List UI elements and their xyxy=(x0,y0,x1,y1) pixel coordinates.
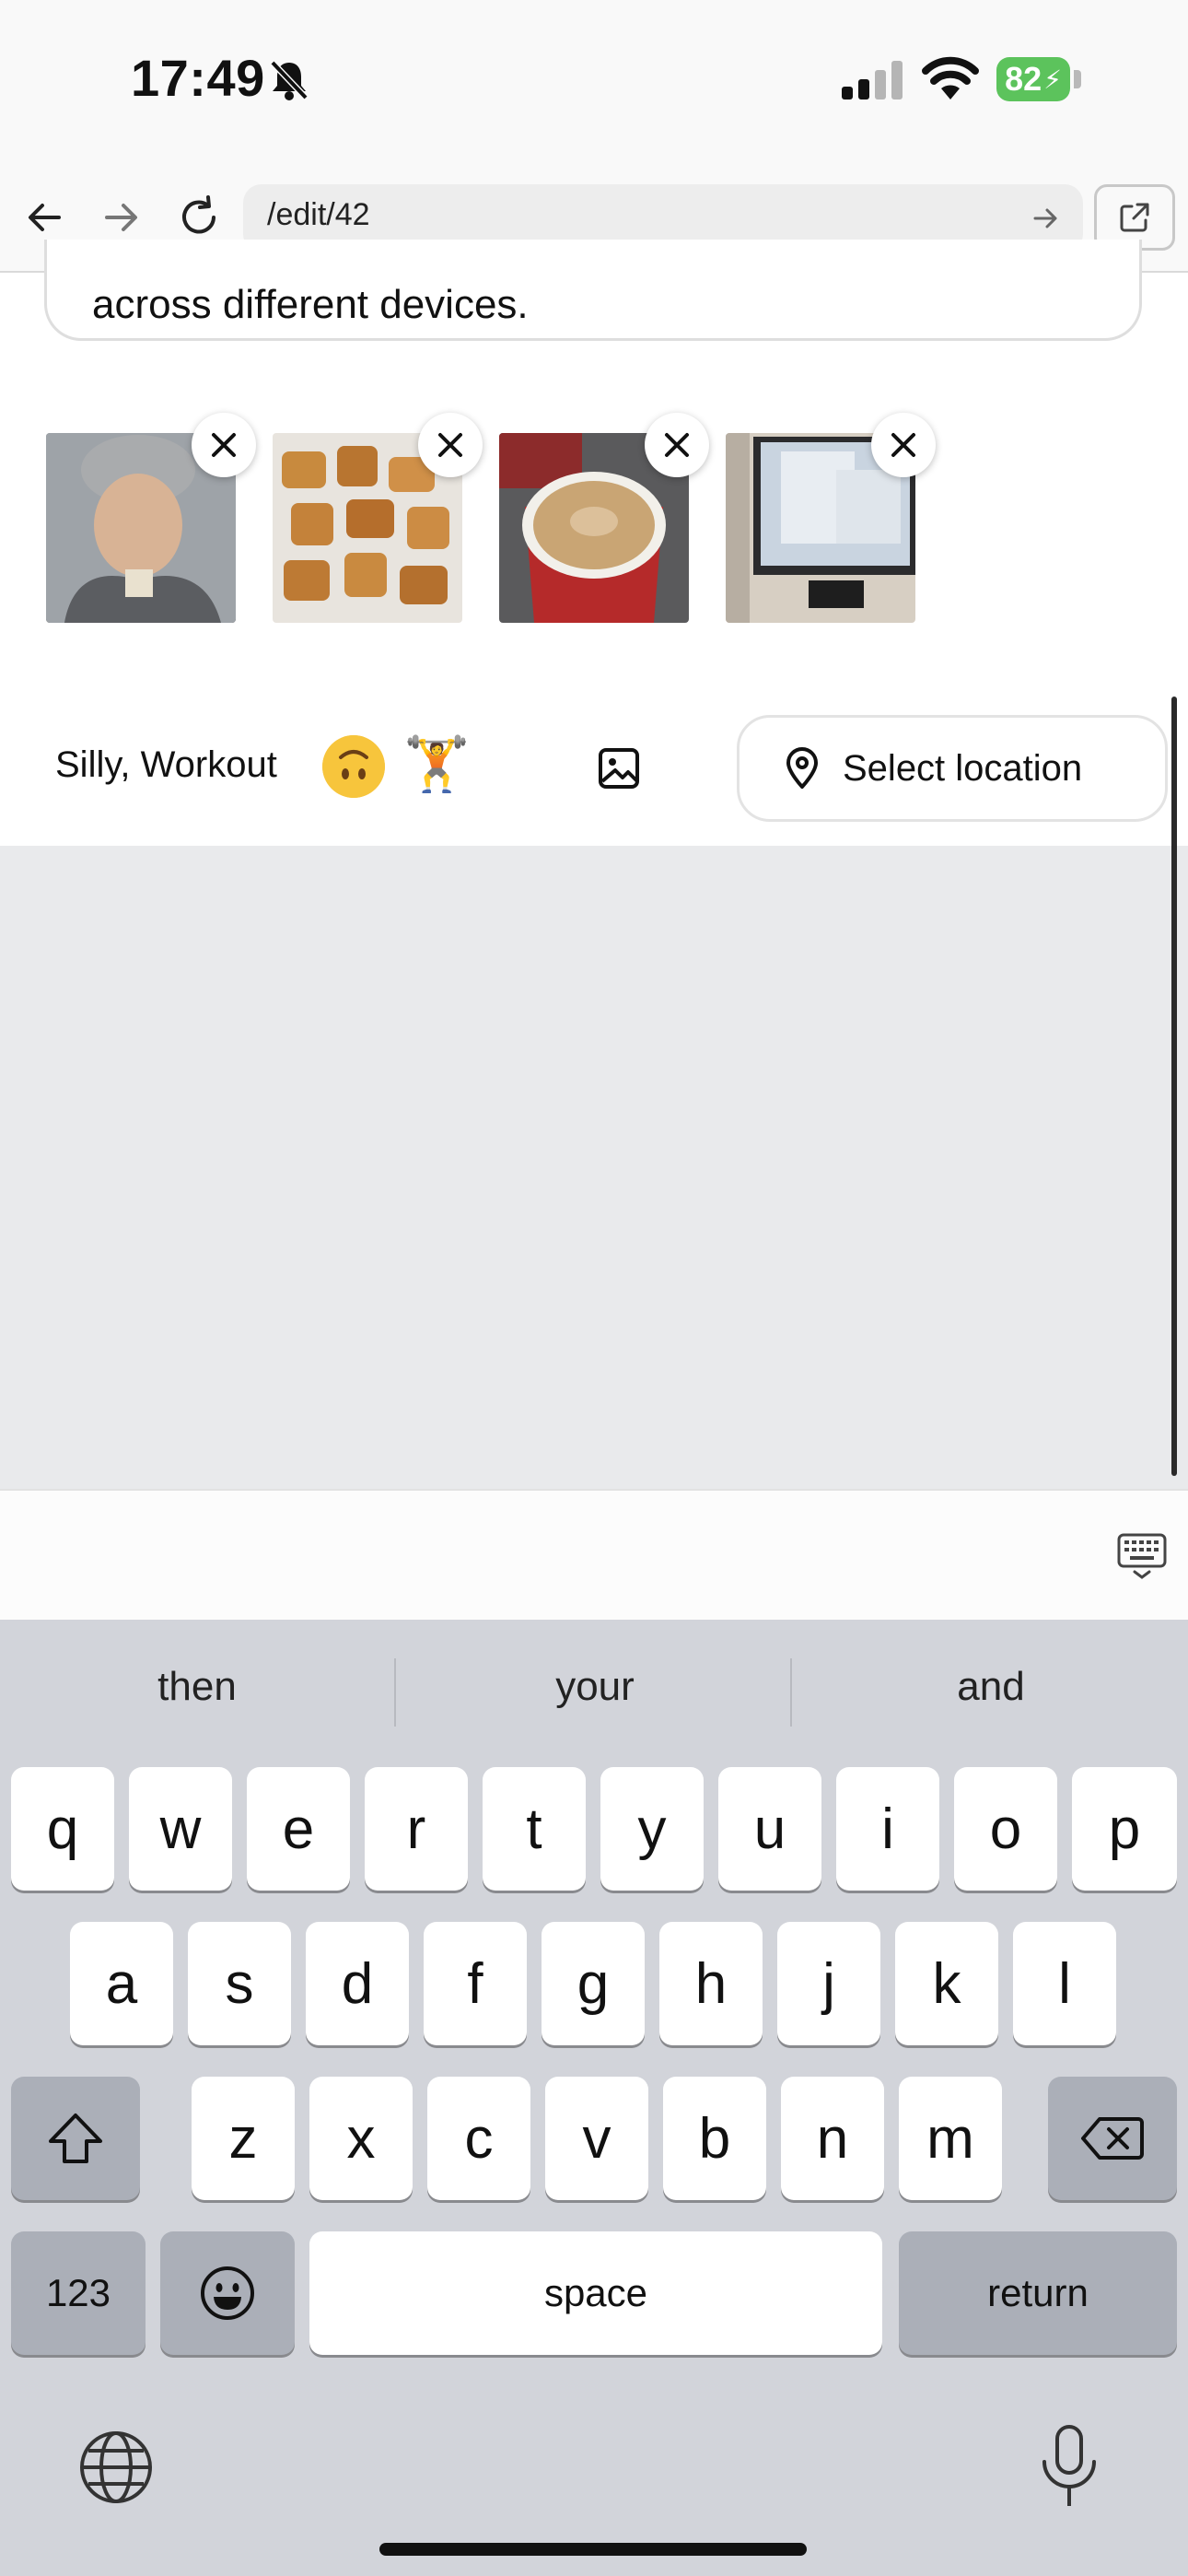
key-a[interactable]: a xyxy=(70,1922,173,2045)
status-time: 17:49 xyxy=(131,49,265,107)
key-l[interactable]: l xyxy=(1013,1922,1116,2045)
key-u[interactable]: u xyxy=(718,1767,821,1891)
globe-icon[interactable] xyxy=(77,2429,155,2506)
key-j[interactable]: j xyxy=(777,1922,880,2045)
key-r[interactable]: r xyxy=(365,1767,468,1891)
suggestion-1[interactable]: then xyxy=(4,1664,390,1710)
key-h[interactable]: h xyxy=(659,1922,763,2045)
home-indicator xyxy=(379,2543,807,2556)
wifi-icon xyxy=(922,56,979,100)
remove-attachment-1-button[interactable] xyxy=(192,413,256,477)
suggestion-divider xyxy=(790,1658,792,1727)
key-n[interactable]: n xyxy=(781,2077,884,2200)
key-q[interactable]: q xyxy=(11,1767,114,1891)
return-key[interactable]: return xyxy=(899,2231,1177,2355)
close-icon xyxy=(438,433,462,457)
go-arrow-icon[interactable] xyxy=(1030,203,1061,234)
suggestion-divider xyxy=(394,1658,396,1727)
key-o[interactable]: o xyxy=(954,1767,1057,1891)
key-s[interactable]: s xyxy=(188,1922,291,2045)
key-g[interactable]: g xyxy=(542,1922,645,2045)
close-icon xyxy=(891,433,915,457)
keyboard-dismiss-icon[interactable] xyxy=(1116,1529,1168,1581)
emoji-face-icon xyxy=(201,2266,254,2320)
key-v[interactable]: v xyxy=(545,2077,648,2200)
key-c[interactable]: c xyxy=(427,2077,530,2200)
suggestion-2[interactable]: your xyxy=(402,1664,788,1710)
tags-label[interactable]: Silly, Workout xyxy=(55,744,277,786)
charging-bolt-icon: ⚡ xyxy=(1043,64,1062,94)
entry-text: across different devices. xyxy=(92,282,529,327)
battery-cap xyxy=(1074,70,1081,88)
delete-key[interactable] xyxy=(1048,2077,1177,2200)
key-y[interactable]: y xyxy=(600,1767,704,1891)
suggestion-3[interactable]: and xyxy=(798,1664,1184,1710)
backspace-icon xyxy=(1081,2117,1144,2160)
close-icon xyxy=(665,433,689,457)
reload-icon[interactable] xyxy=(175,193,223,241)
location-pin-icon xyxy=(786,747,818,789)
emoji-key[interactable] xyxy=(160,2231,295,2355)
url-text: /edit/42 xyxy=(267,197,370,232)
remove-attachment-4-button[interactable] xyxy=(871,413,936,477)
keyboard-accessory-bar xyxy=(0,1489,1188,1622)
battery-indicator: 82 ⚡ xyxy=(996,57,1070,101)
key-p[interactable]: p xyxy=(1072,1767,1177,1891)
battery-level: 82 xyxy=(1005,60,1042,98)
select-location-label: Select location xyxy=(843,747,1083,789)
close-icon xyxy=(212,433,236,457)
remove-attachment-3-button[interactable] xyxy=(645,413,709,477)
weightlifter-emoji[interactable]: 🏋 xyxy=(403,733,470,796)
microphone-icon[interactable] xyxy=(1037,2423,1101,2510)
space-key[interactable]: space xyxy=(309,2231,882,2355)
cellular-signal-icon xyxy=(842,61,903,100)
shift-arrow-icon xyxy=(49,2113,102,2163)
key-m[interactable]: m xyxy=(899,2077,1002,2200)
back-arrow-icon[interactable] xyxy=(22,195,66,240)
key-t[interactable]: t xyxy=(483,1767,586,1891)
key-i[interactable]: i xyxy=(836,1767,939,1891)
key-f[interactable]: f xyxy=(424,1922,527,2045)
key-k[interactable]: k xyxy=(895,1922,998,2045)
key-b[interactable]: b xyxy=(663,2077,766,2200)
silent-mode-icon xyxy=(270,60,309,100)
shift-key[interactable] xyxy=(11,2077,140,2200)
numbers-key[interactable]: 123 xyxy=(11,2231,146,2355)
key-w[interactable]: w xyxy=(129,1767,232,1891)
select-location-button[interactable]: Select location xyxy=(737,715,1168,822)
upside-down-face-icon[interactable] xyxy=(322,735,385,798)
content-area xyxy=(0,846,1188,1489)
key-z[interactable]: z xyxy=(192,2077,295,2200)
forward-arrow-icon[interactable] xyxy=(99,195,144,240)
key-d[interactable]: d xyxy=(306,1922,409,2045)
external-link-icon xyxy=(1120,203,1149,232)
scrollbar[interactable] xyxy=(1171,697,1177,1476)
remove-attachment-2-button[interactable] xyxy=(418,413,483,477)
key-x[interactable]: x xyxy=(309,2077,413,2200)
image-icon[interactable] xyxy=(595,744,643,792)
key-e[interactable]: e xyxy=(247,1767,350,1891)
